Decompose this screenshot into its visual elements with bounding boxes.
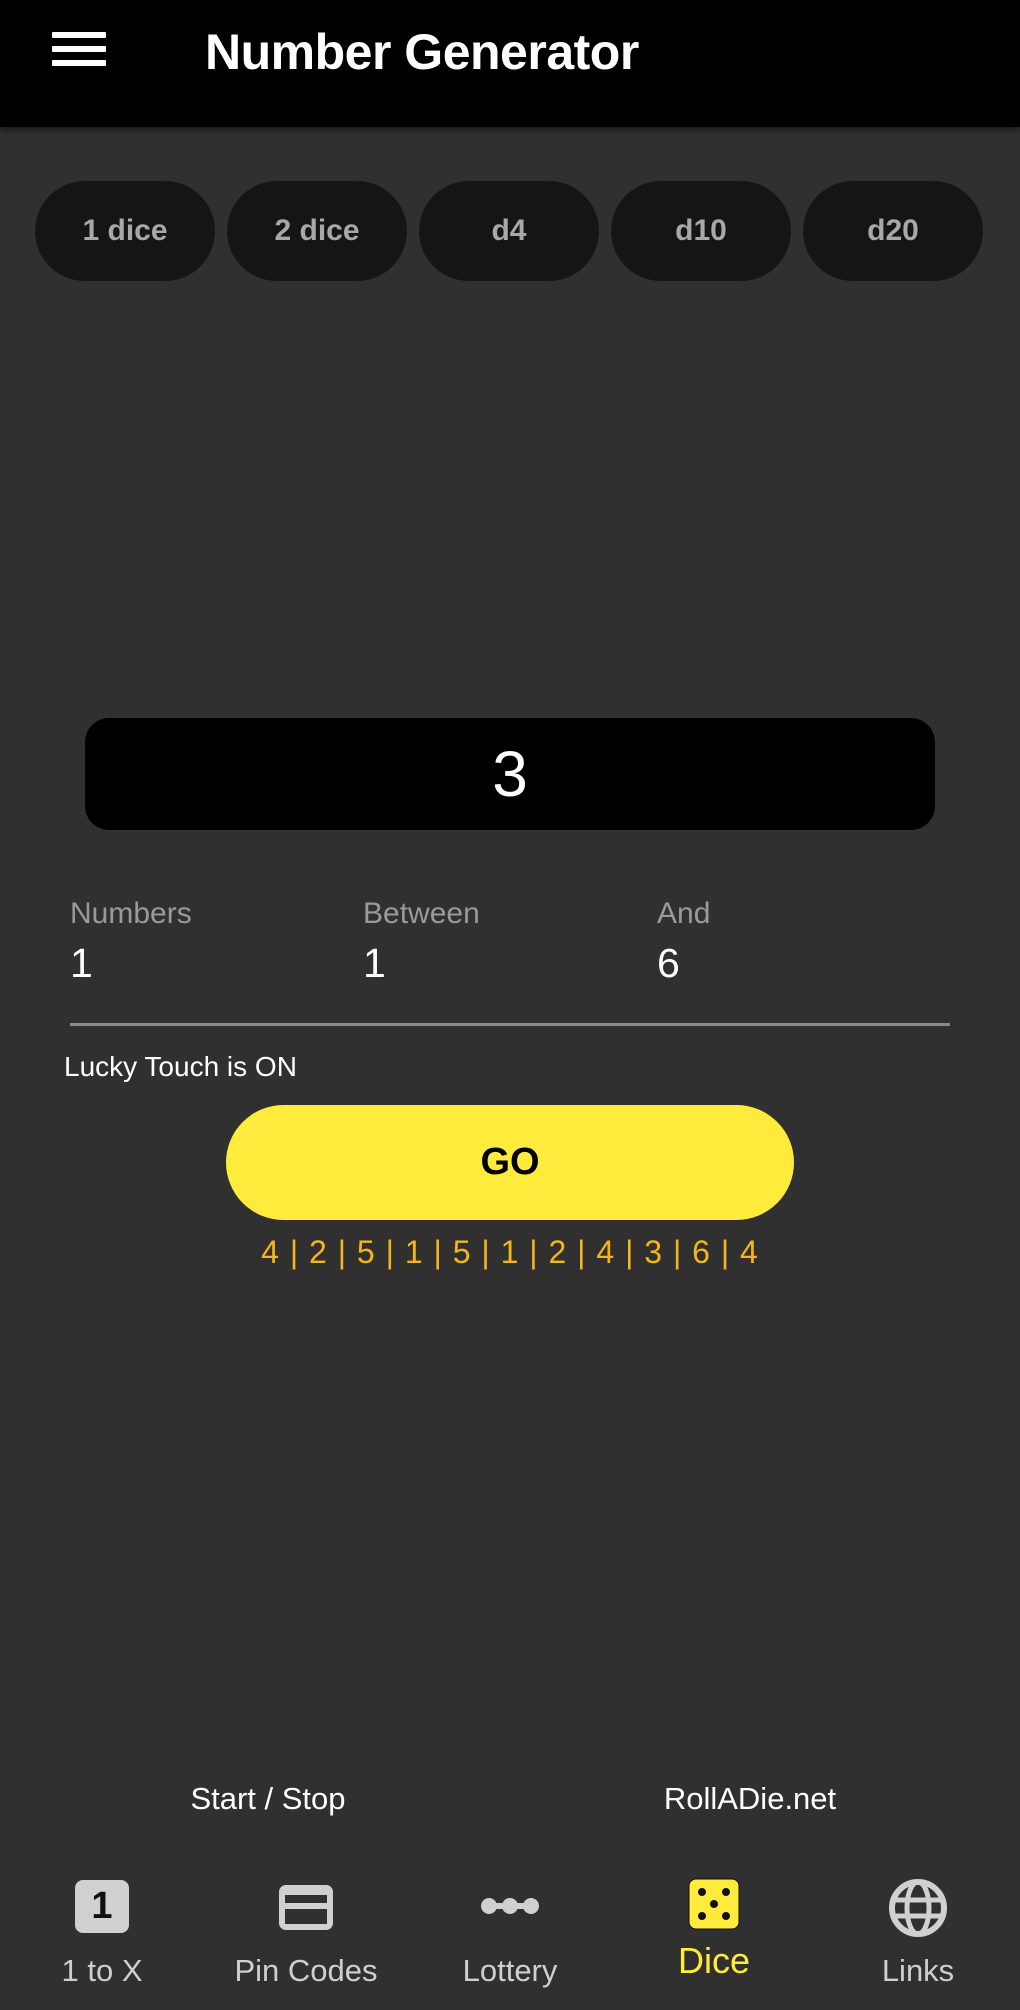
dice-icon — [688, 1878, 740, 1930]
dice-presets: 1 dice 2 dice d4 d10 d20 — [35, 181, 983, 281]
menu-bar — [52, 60, 106, 66]
nav-label: Pin Codes — [234, 1953, 378, 1988]
between-label: Between — [363, 897, 480, 930]
nav-item-lottery[interactable]: Lottery — [408, 1870, 612, 2010]
app-header: Number Generator — [0, 0, 1020, 127]
preset-d4[interactable]: d4 — [419, 181, 599, 281]
roll-history: 4 | 2 | 5 | 1 | 5 | 1 | 2 | 4 | 3 | 6 | … — [261, 1234, 759, 1270]
and-label: And — [657, 897, 711, 930]
nav-label: Links — [881, 1953, 955, 1988]
between-input[interactable]: 1 — [363, 938, 623, 988]
numbers-field[interactable]: Numbers 1 — [70, 896, 330, 988]
nav-item-links[interactable]: Links — [816, 1870, 1020, 2010]
preset-d20[interactable]: d20 — [803, 181, 983, 281]
globe-icon — [889, 1879, 947, 1937]
between-field[interactable]: Between 1 — [363, 896, 623, 988]
hamburger-menu-icon[interactable] — [52, 32, 106, 68]
preset-2-dice[interactable]: 2 dice — [227, 181, 407, 281]
menu-bar — [52, 32, 106, 38]
rolladie-link[interactable]: RollADie.net — [600, 1780, 900, 1818]
nav-label: Lottery — [462, 1953, 558, 1988]
card-icon — [279, 1885, 333, 1930]
numbers-input[interactable]: 1 — [70, 938, 330, 988]
fields-divider — [70, 1023, 950, 1026]
lottery-dots-icon — [481, 1898, 539, 1914]
numbers-label: Numbers — [70, 897, 192, 930]
nav-item-1-to-x[interactable]: 1 1 to X — [0, 1870, 204, 2010]
bottom-navigation: 1 1 to X Pin Codes Lottery Dice Links — [0, 1870, 1020, 2010]
and-input[interactable]: 6 — [657, 938, 917, 988]
app-title: Number Generator — [205, 24, 639, 80]
result-display: 3 — [85, 718, 935, 830]
lucky-touch-status[interactable]: Lucky Touch is ON — [64, 1050, 297, 1084]
and-field[interactable]: And 6 — [657, 896, 917, 988]
preset-d10[interactable]: d10 — [611, 181, 791, 281]
number-one-icon: 1 — [75, 1880, 129, 1933]
nav-label: 1 to X — [61, 1953, 143, 1988]
menu-bar — [52, 46, 106, 52]
go-button[interactable]: GO — [226, 1105, 794, 1220]
nav-item-pin-codes[interactable]: Pin Codes — [204, 1870, 408, 2010]
start-stop-button[interactable]: Start / Stop — [118, 1780, 418, 1818]
nav-label: Dice — [677, 1940, 751, 1981]
preset-1-dice[interactable]: 1 dice — [35, 181, 215, 281]
nav-item-dice[interactable]: Dice — [612, 1870, 816, 2010]
